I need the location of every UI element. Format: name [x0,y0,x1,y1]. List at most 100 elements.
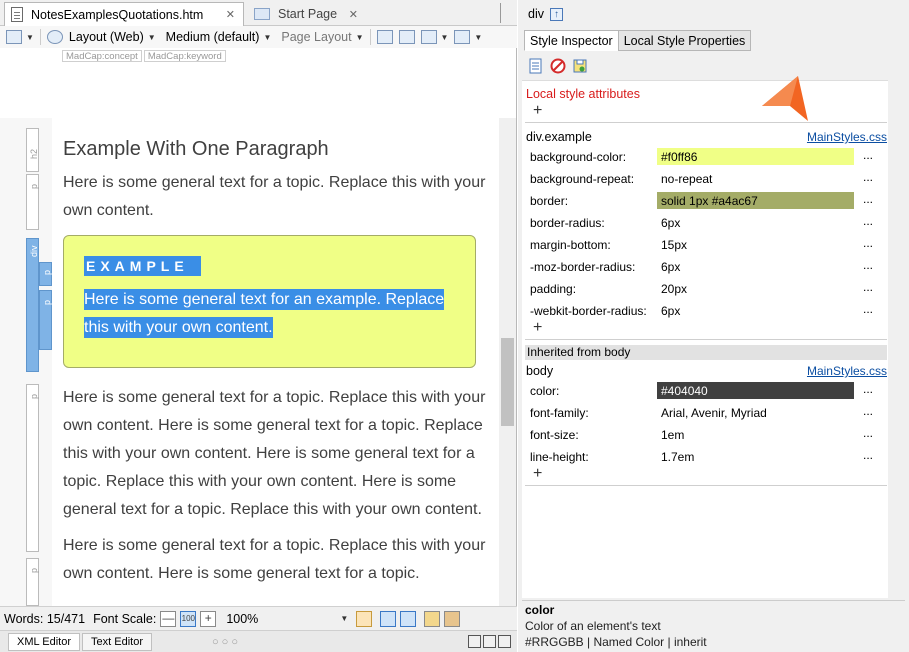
zoom-100-button[interactable]: 100 [180,610,197,627]
close-icon[interactable] [498,635,511,648]
track-changes-button[interactable] [398,30,415,44]
structure-bar-p[interactable]: p [26,384,39,552]
property-row[interactable]: -moz-border-radius: 6px ... [522,256,905,278]
property-value[interactable]: #404040 [657,382,854,399]
property-value[interactable]: 6px [657,214,854,231]
ellipsis-button[interactable]: ... [863,280,873,294]
inspector-scrollbar[interactable] [888,80,905,598]
close-icon[interactable]: ✕ [226,8,235,21]
conditions-button[interactable]: ▼ [454,30,482,44]
property-row[interactable]: border: solid 1px #a4ac67 ... [522,190,905,212]
structure-bar: h2 p div p p p p [0,118,52,606]
property-value[interactable]: no-repeat [657,170,854,187]
tab-label: Start Page [278,7,338,21]
ellipsis-button[interactable]: ... [863,448,873,462]
close-icon[interactable]: ✕ [349,8,358,21]
show-blocks-icon[interactable] [380,610,397,627]
show-spans-icon[interactable] [400,610,417,627]
topic-heading: Example With One Paragraph [63,138,329,160]
page-layout-dropdown[interactable]: Page Layout ▼ [281,30,363,44]
tools-icon[interactable] [444,610,461,627]
view-button[interactable]: ▼ [420,30,448,44]
property-row[interactable]: padding: 20px ... [522,278,905,300]
property-value[interactable]: solid 1px #a4ac67 [657,192,854,209]
ruler-icon[interactable] [424,610,441,627]
zoom-out-button[interactable]: — [160,610,177,627]
select-parent-icon[interactable]: ↑ [549,7,563,21]
scrollbar-thumb[interactable] [501,338,514,426]
ellipsis-button[interactable]: ... [863,236,873,250]
property-value[interactable]: Arial, Avenir, Myriad [657,404,854,421]
ellipsis-button[interactable]: ... [863,258,873,272]
tab-local-style-properties[interactable]: Local Style Properties [617,30,752,51]
property-row[interactable]: font-family: Arial, Avenir, Myriad ... [522,402,905,424]
zoom-level[interactable]: 100% [226,612,336,626]
tab-strip-divider [500,3,501,23]
stylesheet-link[interactable]: MainStyles.css [807,130,887,144]
add-property-button[interactable]: + [533,466,542,482]
document-content[interactable]: Example With One Paragraph Here is some … [52,118,499,606]
ellipsis-button[interactable]: ... [863,192,873,206]
structure-bar-p[interactable]: p [26,174,39,230]
chevron-down-icon: ▼ [263,32,272,42]
color-icon[interactable] [356,610,373,627]
page-layout-label: Page Layout [281,30,352,44]
ellipsis-button[interactable]: ... [863,302,873,316]
help-syntax: #RRGGBB | Named Color | inherit [525,635,707,649]
ellipsis-button[interactable]: ... [863,404,873,418]
structure-bar-p[interactable]: p [26,558,39,606]
clear-styles-icon[interactable] [550,58,566,74]
document-scrollbar[interactable] [499,118,516,606]
property-value[interactable]: 20px [657,280,854,297]
layout-dropdown[interactable]: Layout (Web) ▼ [46,30,156,44]
style-inspector-list: Local style attributes + div.example Mai… [522,80,905,598]
property-name: font-size: [530,428,579,442]
tab-text-editor[interactable]: Text Editor [82,632,152,651]
property-row[interactable]: line-height: 1.7em ... [522,446,905,468]
structure-bar-div[interactable]: div [26,238,39,372]
tab-xml-editor[interactable]: XML Editor [8,632,81,651]
property-value[interactable]: 6px [657,302,854,319]
ellipsis-button[interactable]: ... [863,148,873,162]
property-row[interactable]: font-size: 1em ... [522,424,905,446]
medium-dropdown[interactable]: Medium (default) ▼ [166,30,272,44]
structure-bar-h2[interactable]: h2 [26,128,39,172]
ellipsis-button[interactable]: ... [863,214,873,228]
style-window: div ↑ Style Inspector Local Style Proper… [518,0,909,652]
tab-notes-examples[interactable]: NotesExamplesQuotations.htm ✕ [4,2,244,26]
stylesheet-link[interactable]: MainStyles.css [807,364,887,378]
restore-icon[interactable] [483,635,496,648]
property-value[interactable]: #f0ff86 [657,148,854,165]
property-row[interactable]: color: #404040 ... [522,380,905,402]
add-property-button[interactable]: + [533,320,542,336]
ellipsis-button[interactable]: ... [863,382,873,396]
property-help: color Color of an element's text #RRGGBB… [522,600,905,652]
splitter-handle[interactable]: ○ ○ ○ [212,636,238,648]
tab-start-page[interactable]: Start Page ✕ [248,2,368,26]
property-row[interactable]: background-color: #f0ff86 ... [522,146,905,168]
property-row[interactable]: margin-bottom: 15px ... [522,234,905,256]
preview-button[interactable]: ▼ [6,30,34,44]
zoom-in-button[interactable]: + [200,610,217,627]
add-local-attribute-button[interactable]: + [533,103,542,119]
structure-bar-p[interactable]: p [39,290,52,350]
ellipsis-button[interactable]: ... [863,426,873,440]
chevron-down-icon[interactable]: ▼ [340,614,348,623]
stylesheet-icon[interactable] [528,58,544,74]
property-row[interactable]: -webkit-border-radius: 6px ... [522,300,905,322]
tab-style-inspector[interactable]: Style Inspector [524,30,619,51]
show-tags-button[interactable] [376,30,393,44]
paragraph: Here is some general text for a topic. R… [63,537,486,582]
property-value[interactable]: 6px [657,258,854,275]
minimize-icon[interactable] [468,635,481,648]
document-icon [11,7,23,22]
property-value[interactable]: 15px [657,236,854,253]
property-row[interactable]: background-repeat: no-repeat ... [522,168,905,190]
property-row[interactable]: border-radius: 6px ... [522,212,905,234]
structure-bar-p[interactable]: p [39,262,52,286]
save-styles-icon[interactable] [572,58,588,74]
chevron-down-icon: ▼ [474,32,483,42]
property-value[interactable]: 1em [657,426,854,443]
property-value[interactable]: 1.7em [657,448,854,465]
ellipsis-button[interactable]: ... [863,170,873,184]
